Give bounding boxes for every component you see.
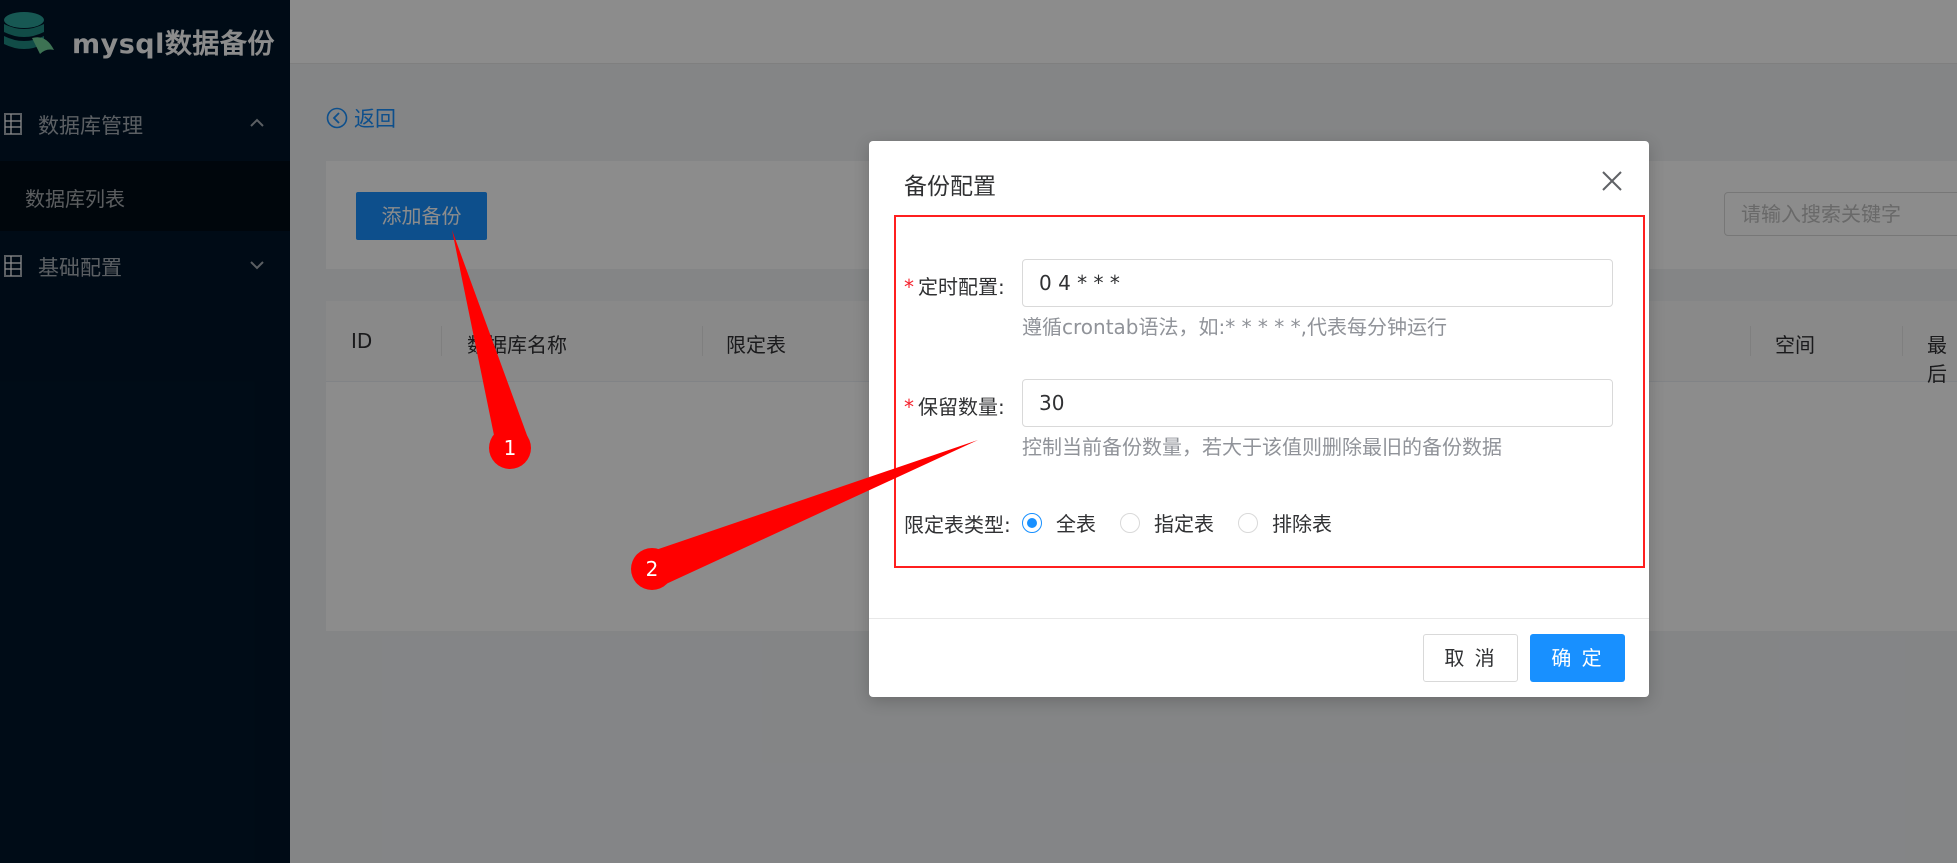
annotation-arrow-2 — [638, 440, 978, 584]
annotation-arrow-1 — [452, 230, 528, 445]
annotation-badge-1: 1 — [489, 427, 531, 469]
annotation-arrows — [452, 230, 978, 584]
annotation-badge-2: 2 — [631, 548, 673, 590]
